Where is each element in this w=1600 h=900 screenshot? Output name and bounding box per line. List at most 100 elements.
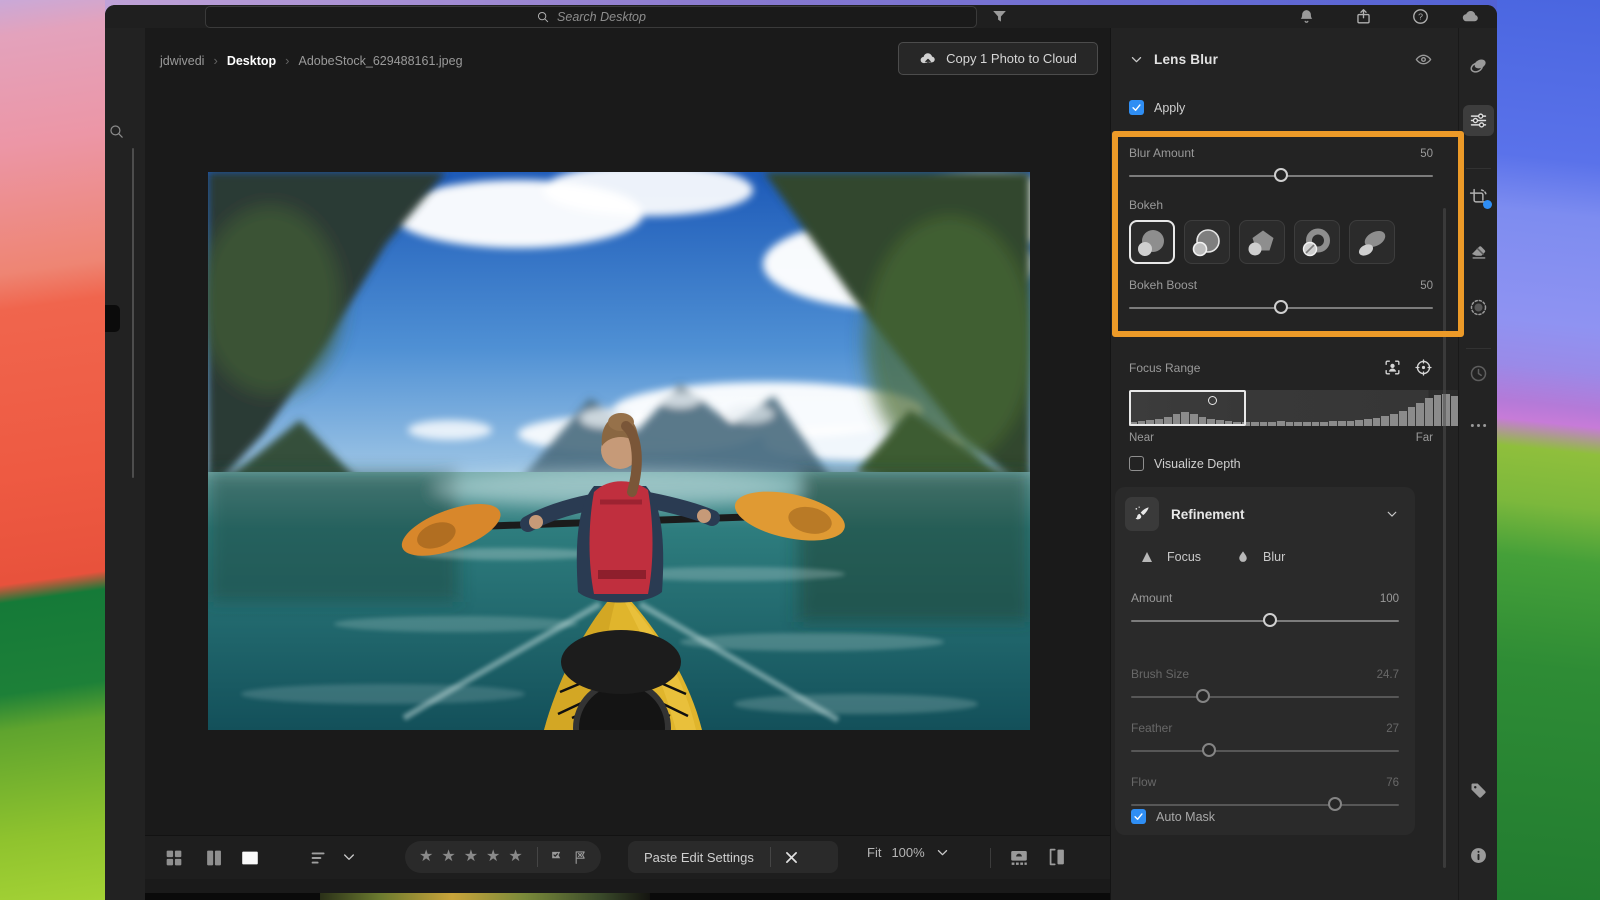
brush-mode-blur[interactable]: Blur	[1235, 549, 1285, 565]
grid-view-icon[interactable]	[163, 847, 185, 869]
panel-collapse-tab[interactable]	[105, 305, 120, 332]
slider-track[interactable]	[1131, 804, 1399, 806]
more-tool[interactable]	[1463, 410, 1494, 441]
auto-mask-row[interactable]: Auto Mask	[1131, 809, 1399, 824]
close-icon[interactable]	[783, 849, 800, 866]
bokeh-five-blade-button[interactable]	[1239, 220, 1285, 264]
cloud-sync-icon[interactable]	[1461, 7, 1480, 26]
star-rating[interactable]: ★ ★ ★ ★ ★	[405, 849, 537, 865]
sort-icon[interactable]	[308, 847, 330, 869]
copy-to-cloud-button[interactable]: Copy 1 Photo to Cloud	[898, 42, 1098, 75]
slider-label: Feather	[1131, 721, 1172, 735]
search-photos-icon[interactable]	[108, 123, 125, 140]
bokeh-ring-button[interactable]	[1294, 220, 1340, 264]
crop-tool[interactable]	[1463, 182, 1494, 213]
breadcrumb-item[interactable]: AdobeStock_629488161.jpeg	[298, 54, 462, 68]
slider-track[interactable]	[1131, 696, 1399, 698]
visualize-depth-checkbox[interactable]	[1129, 456, 1144, 471]
flag-pick-icon[interactable]	[548, 848, 565, 867]
before-after-icon[interactable]	[1046, 846, 1068, 868]
photo-kayaker-fjord[interactable]	[208, 172, 1030, 730]
auto-mask-label: Auto Mask	[1156, 810, 1215, 824]
zoom-chevron-down-icon[interactable]	[935, 845, 950, 860]
filmstrip-sliver[interactable]	[145, 893, 1110, 900]
breadcrumb-item[interactable]: Desktop	[227, 54, 276, 68]
star-icon[interactable]: ★	[441, 849, 455, 865]
slider-track[interactable]	[1131, 620, 1399, 622]
histogram-bar	[1381, 416, 1389, 426]
slider-thumb[interactable]	[1274, 168, 1288, 182]
help-icon[interactable]: ?	[1411, 7, 1430, 26]
blur-amount-slider[interactable]: Blur Amount 50	[1129, 146, 1433, 177]
search-placeholder: Search Desktop	[557, 10, 646, 24]
slider-thumb[interactable]	[1196, 689, 1210, 703]
histogram-bar	[1416, 403, 1424, 426]
star-icon[interactable]: ★	[508, 849, 522, 865]
apply-checkbox[interactable]	[1129, 100, 1144, 115]
focus-range-header: Focus Range	[1129, 358, 1433, 377]
lens-blur-header[interactable]: Lens Blur	[1129, 50, 1433, 69]
bokeh-cat-eye-button[interactable]	[1349, 220, 1395, 264]
zoom-value[interactable]: 100%	[891, 845, 924, 860]
compare-view-icon[interactable]	[203, 847, 225, 869]
eye-visibility-icon[interactable]	[1414, 50, 1433, 69]
visualize-depth-row[interactable]: Visualize Depth	[1129, 456, 1433, 471]
refinement-header[interactable]: Refinement	[1125, 497, 1399, 531]
bokeh-bubble-button[interactable]	[1184, 220, 1230, 264]
star-icon[interactable]: ★	[486, 849, 500, 865]
star-icon[interactable]: ★	[464, 849, 478, 865]
versions-tool[interactable]	[1463, 358, 1494, 389]
chevron-down-icon[interactable]	[1129, 52, 1144, 67]
brush-size-slider[interactable]: Brush Size 24.7	[1131, 667, 1399, 698]
sort-chevron-down-icon[interactable]	[341, 849, 357, 865]
edit-sliders-tool[interactable]	[1463, 105, 1494, 136]
histogram-bar	[1434, 395, 1442, 426]
slider-thumb[interactable]	[1202, 743, 1216, 757]
slider-track[interactable]	[1131, 750, 1399, 752]
target-icon[interactable]	[1414, 358, 1433, 377]
left-scrollbar[interactable]	[132, 148, 134, 478]
focus-range-histogram[interactable]	[1129, 390, 1477, 426]
focus-range-handle[interactable]	[1208, 396, 1217, 405]
paste-edit-settings-button[interactable]: Paste Edit Settings	[628, 850, 770, 865]
slider-thumb[interactable]	[1274, 300, 1288, 314]
brush-mode-focus[interactable]: Focus	[1139, 549, 1201, 565]
search-input[interactable]: Search Desktop	[205, 6, 977, 28]
breadcrumb-item[interactable]: jdwivedi	[160, 54, 204, 68]
notifications-bell-icon[interactable]	[1297, 7, 1316, 26]
flow-slider[interactable]: Flow 76	[1131, 775, 1399, 806]
detail-view-icon[interactable]	[239, 847, 261, 869]
flag-reject-icon[interactable]	[572, 848, 589, 867]
presets-tool[interactable]	[1463, 50, 1494, 81]
lens-blur-title: Lens Blur	[1154, 52, 1218, 67]
share-icon[interactable]	[1354, 7, 1373, 26]
slider-value: 50	[1420, 148, 1433, 160]
refinement-chevron-down-icon[interactable]	[1385, 507, 1399, 521]
info-tool[interactable]	[1463, 840, 1494, 871]
bokeh-boost-slider[interactable]: Bokeh Boost 50	[1129, 278, 1433, 309]
panel-scrollbar[interactable]	[1443, 208, 1446, 868]
apply-row[interactable]: Apply	[1129, 100, 1433, 115]
subject-select-icon[interactable]	[1383, 358, 1402, 377]
filter-funnel-icon[interactable]	[990, 7, 1009, 26]
histogram-bar	[1425, 398, 1433, 426]
feather-slider[interactable]: Feather 27	[1131, 721, 1399, 752]
keywords-tool[interactable]	[1463, 775, 1494, 806]
amount-slider[interactable]: Amount 100	[1131, 591, 1399, 622]
histogram-bar	[1312, 422, 1320, 426]
heal-tool[interactable]	[1463, 235, 1494, 266]
bokeh-circle-button[interactable]	[1129, 220, 1175, 264]
filmstrip-icon[interactable]	[1008, 846, 1030, 868]
star-icon[interactable]: ★	[419, 849, 433, 865]
slider-track[interactable]	[1129, 175, 1433, 177]
slider-thumb[interactable]	[1263, 613, 1277, 627]
masking-tool[interactable]	[1463, 292, 1494, 323]
auto-mask-checkbox[interactable]	[1131, 809, 1146, 824]
slider-track[interactable]	[1129, 307, 1433, 309]
zoom-control[interactable]: Fit 100%	[867, 845, 950, 860]
visualize-depth-label: Visualize Depth	[1154, 457, 1241, 471]
histogram-bar	[1408, 407, 1416, 426]
fit-label[interactable]: Fit	[867, 845, 881, 860]
slider-label: Blur Amount	[1129, 146, 1194, 160]
focus-range-selection[interactable]	[1129, 390, 1246, 426]
